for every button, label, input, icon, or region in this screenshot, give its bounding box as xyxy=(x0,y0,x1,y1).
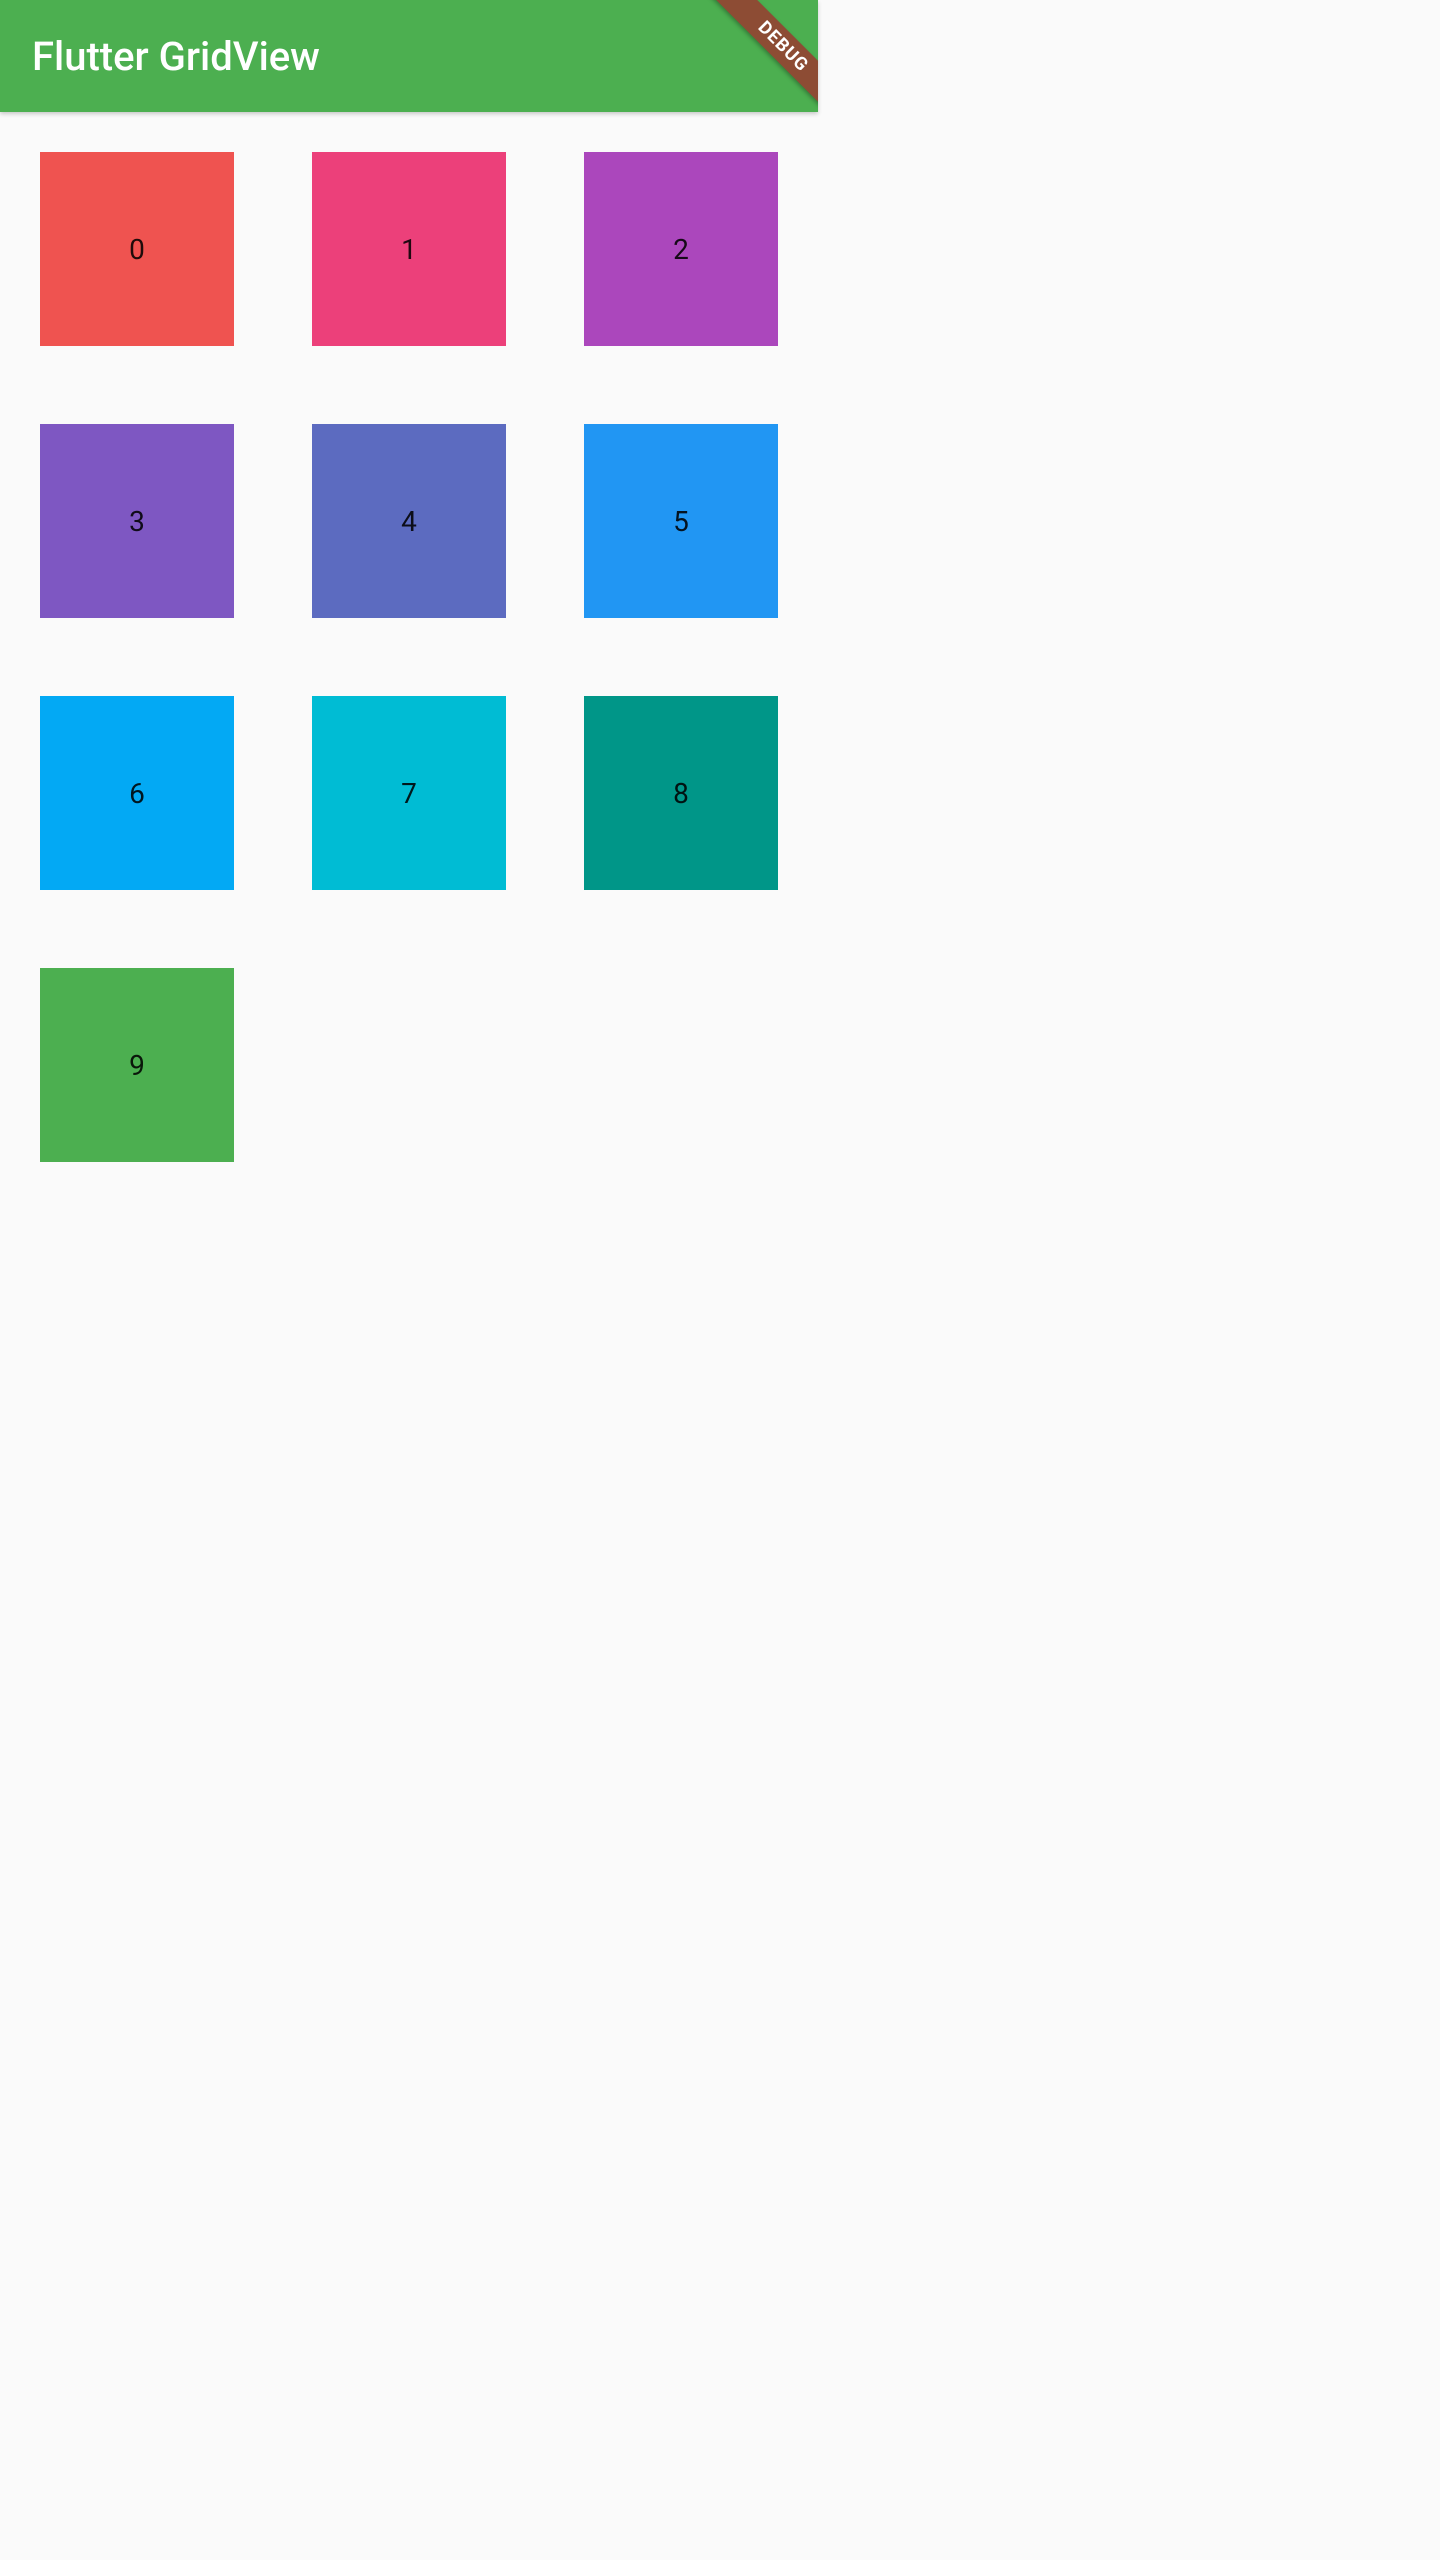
grid-tile-7[interactable]: 7 xyxy=(312,696,506,890)
tile-label: 4 xyxy=(401,505,417,538)
grid-tile-2[interactable]: 2 xyxy=(584,152,778,346)
grid-tile-3[interactable]: 3 xyxy=(40,424,234,618)
tile-label: 8 xyxy=(673,777,689,810)
tile-label: 9 xyxy=(129,1049,145,1082)
grid-tile-0[interactable]: 0 xyxy=(40,152,234,346)
tile-label: 6 xyxy=(129,777,145,810)
tile-label: 1 xyxy=(401,233,417,266)
grid-tile-8[interactable]: 8 xyxy=(584,696,778,890)
grid-view[interactable]: 0 1 2 3 4 5 6 7 8 9 xyxy=(0,112,818,1202)
app-bar-title: Flutter GridView xyxy=(32,33,320,80)
app-bar: Flutter GridView xyxy=(0,0,818,112)
tile-label: 7 xyxy=(401,777,417,810)
tile-label: 3 xyxy=(129,505,145,538)
grid-tile-1[interactable]: 1 xyxy=(312,152,506,346)
tile-label: 0 xyxy=(129,233,145,266)
grid-tile-6[interactable]: 6 xyxy=(40,696,234,890)
grid-tile-9[interactable]: 9 xyxy=(40,968,234,1162)
tile-label: 5 xyxy=(673,505,689,538)
grid-tile-5[interactable]: 5 xyxy=(584,424,778,618)
tile-label: 2 xyxy=(673,233,689,266)
grid-tile-4[interactable]: 4 xyxy=(312,424,506,618)
